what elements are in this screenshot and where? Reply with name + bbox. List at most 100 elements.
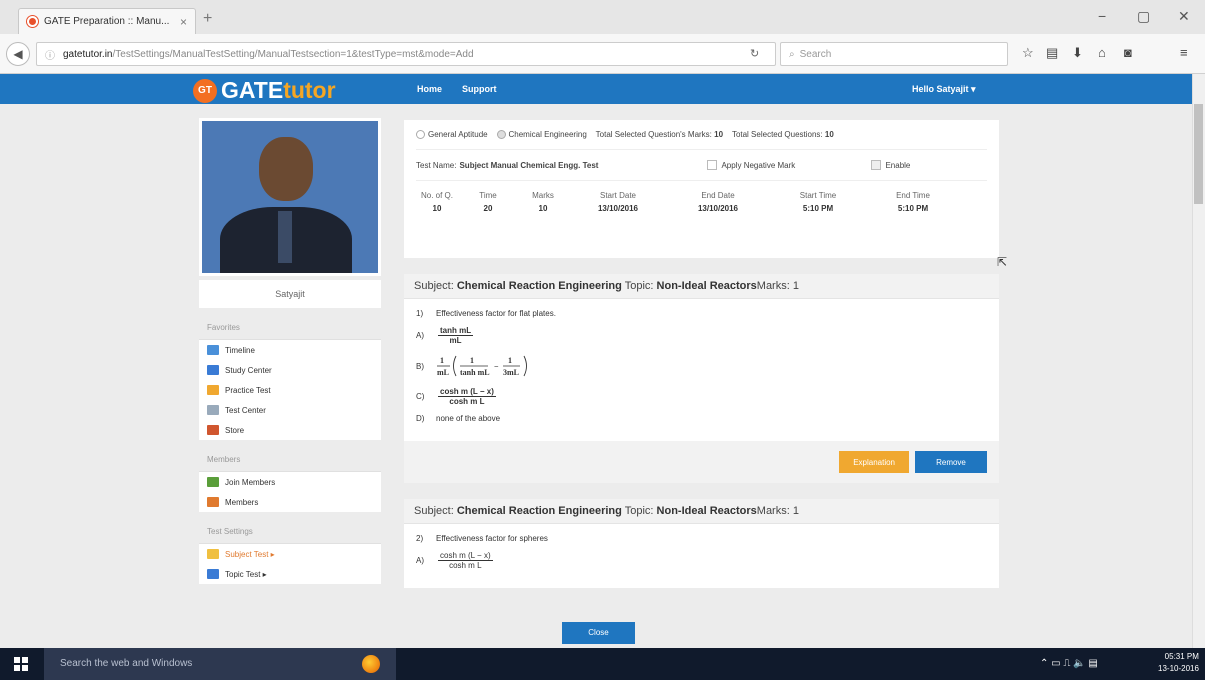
stat-value: 5:10 PM: [802, 204, 834, 214]
sidebar-item-label: Members: [225, 497, 259, 507]
practice-test-icon: [207, 385, 219, 395]
clock-date: 13-10-2016: [1158, 664, 1199, 673]
close-window-icon[interactable]: ✕: [1178, 8, 1190, 25]
svg-text:1: 1: [440, 356, 444, 365]
search-placeholder: Search: [799, 48, 832, 60]
enable-label: Enable: [885, 160, 911, 170]
svg-text:−: −: [494, 362, 499, 371]
sidebar-item-members[interactable]: Members: [199, 492, 381, 512]
radio-chemical-engineering[interactable]: [496, 130, 506, 140]
test-info-box: General Aptitude Chemical Engineering To…: [404, 120, 999, 258]
sidebar-item-subject-test[interactable]: Subject Test ▸: [199, 544, 381, 564]
topic-label: Topic:: [624, 505, 654, 517]
info-icon[interactable]: ⓘ: [45, 47, 55, 62]
stat-marks: Marks 10: [518, 191, 568, 213]
close-button[interactable]: Close: [562, 622, 635, 644]
explanation-button[interactable]: Explanation: [839, 451, 909, 473]
site-header: GT GATE tutor Home Support Hello Satyaji…: [0, 74, 1192, 104]
topic-value: Non-Ideal Reactors: [656, 505, 757, 517]
home-icon[interactable]: ⌂: [1098, 45, 1106, 60]
test-name-row: Test Name: Subject Manual Chemical Engg.…: [416, 150, 987, 182]
negative-mark-checkbox[interactable]: [707, 160, 718, 171]
stat-label: Marks: [532, 191, 554, 201]
nav-support[interactable]: Support: [462, 84, 497, 94]
maximize-icon[interactable]: ▢: [1137, 8, 1150, 25]
radio-general-aptitude[interactable]: [416, 130, 425, 140]
sidebar-item-join-members[interactable]: Join Members: [199, 472, 381, 492]
browser-search-input[interactable]: ⌕ Search: [780, 42, 1008, 66]
test-name-value: Subject Manual Chemical Engg. Test: [459, 160, 599, 170]
favorites-panel: Favorites Timeline Study Center Practice…: [199, 316, 381, 440]
firefox-icon[interactable]: [362, 655, 380, 673]
address-bar[interactable]: ⓘ gatetutor.in /TestSettings/ManualTestS…: [36, 42, 776, 66]
stat-end-date: End Date 13/10/2016: [668, 191, 768, 213]
option-label: A): [416, 331, 424, 340]
windows-start-icon[interactable]: [14, 657, 28, 671]
reload-icon[interactable]: ↻: [750, 47, 759, 60]
sidebar-item-practice-test[interactable]: Practice Test: [199, 380, 381, 400]
test-name-label: Test Name:: [416, 160, 457, 170]
menu-icon[interactable]: ≡: [1180, 45, 1188, 60]
option-b-formula-icon: 1 mL 1 tanh mL − 1 3mL: [437, 355, 527, 377]
svg-text:1: 1: [508, 356, 512, 365]
test-center-icon: [207, 405, 219, 415]
tab-title: GATE Preparation :: Manu...: [44, 16, 170, 27]
sidebar-item-topic-test[interactable]: Topic Test ▸: [199, 564, 381, 584]
taskbar-clock[interactable]: 05:31 PM 13-10-2016: [1158, 651, 1199, 675]
tab-close-icon[interactable]: ×: [180, 15, 187, 29]
taskbar-search[interactable]: Search the web and Windows: [44, 648, 396, 680]
pocket-icon[interactable]: ◙: [1124, 45, 1132, 60]
test-settings-title: Test Settings: [199, 520, 381, 544]
total-questions-label: Total Selected Questions:: [731, 130, 823, 139]
enable-checkbox[interactable]: [871, 160, 882, 171]
user-menu[interactable]: Hello Satyajit ▾: [912, 84, 976, 95]
question-number: 2): [416, 534, 424, 543]
scrollbar-thumb[interactable]: [1194, 104, 1203, 204]
browser-tabbar: GATE Preparation :: Manu... × + − ▢ ✕: [0, 0, 1205, 34]
option-c-fraction: cosh m (L − x) cosh m L: [438, 387, 496, 406]
sidebar-item-study-center[interactable]: Study Center: [199, 360, 381, 380]
stat-label: Time: [479, 191, 497, 201]
stat-label: Start Time: [799, 191, 837, 201]
sidebar-item-label: Test Center: [225, 405, 266, 415]
remove-button[interactable]: Remove: [915, 451, 987, 473]
new-tab-button[interactable]: +: [203, 10, 212, 28]
stat-value: 10: [538, 204, 548, 214]
sidebar-item-label: Practice Test: [225, 385, 271, 395]
reading-list-icon[interactable]: ▤: [1046, 45, 1058, 61]
left-sidebar: Satyajit Favorites Timeline Study Center…: [199, 118, 381, 584]
favorites-title: Favorites: [199, 316, 381, 340]
system-tray-icons[interactable]: ⌃ ▭ ⎍ 🔈 ▤: [1040, 658, 1098, 669]
option-label: B): [416, 361, 424, 371]
sidebar-item-test-center[interactable]: Test Center: [199, 400, 381, 420]
sidebar-item-label: Join Members: [225, 477, 276, 487]
nav-home[interactable]: Home: [417, 84, 442, 94]
stat-time: Time 20: [458, 191, 518, 213]
back-button[interactable]: ◀: [6, 42, 30, 66]
fraction-numerator: cosh m (L − x): [438, 551, 493, 561]
members-title: Members: [199, 448, 381, 472]
sidebar-item-timeline[interactable]: Timeline: [199, 340, 381, 360]
question-card-2: Subject: Chemical Reaction Engineering T…: [404, 499, 999, 588]
gatetutor-logo[interactable]: GT GATE tutor: [193, 77, 336, 104]
marks-value: Marks: 1: [756, 280, 799, 292]
marks-value: Marks: 1: [756, 505, 799, 517]
bookmark-star-icon[interactable]: ☆: [1022, 45, 1034, 61]
svg-text:1: 1: [470, 356, 474, 365]
question-text-line: 2) Effectiveness factor for spheres: [416, 534, 987, 543]
sidebar-item-label: Study Center: [225, 365, 272, 375]
minimize-icon[interactable]: −: [1098, 8, 1106, 24]
sidebar-item-store[interactable]: Store: [199, 420, 381, 440]
question-card-1: Subject: Chemical Reaction Engineering T…: [404, 274, 999, 483]
stat-start-date: Start Date 13/10/2016: [568, 191, 668, 213]
join-members-icon: [207, 477, 219, 487]
test-settings-panel: Test Settings Subject Test ▸ Topic Test …: [199, 520, 381, 584]
clock-time: 05:31 PM: [1164, 652, 1199, 661]
browser-tab[interactable]: GATE Preparation :: Manu... ×: [18, 8, 196, 34]
option-label: D): [416, 414, 425, 423]
downloads-icon[interactable]: ⬇: [1072, 45, 1083, 61]
option-a-fraction: cosh m (L − x) cosh m L: [438, 551, 493, 570]
option-c: C) cosh m (L − x) cosh m L: [416, 387, 987, 406]
stat-value: 13/10/2016: [697, 204, 739, 214]
option-d-text: none of the above: [436, 414, 501, 423]
